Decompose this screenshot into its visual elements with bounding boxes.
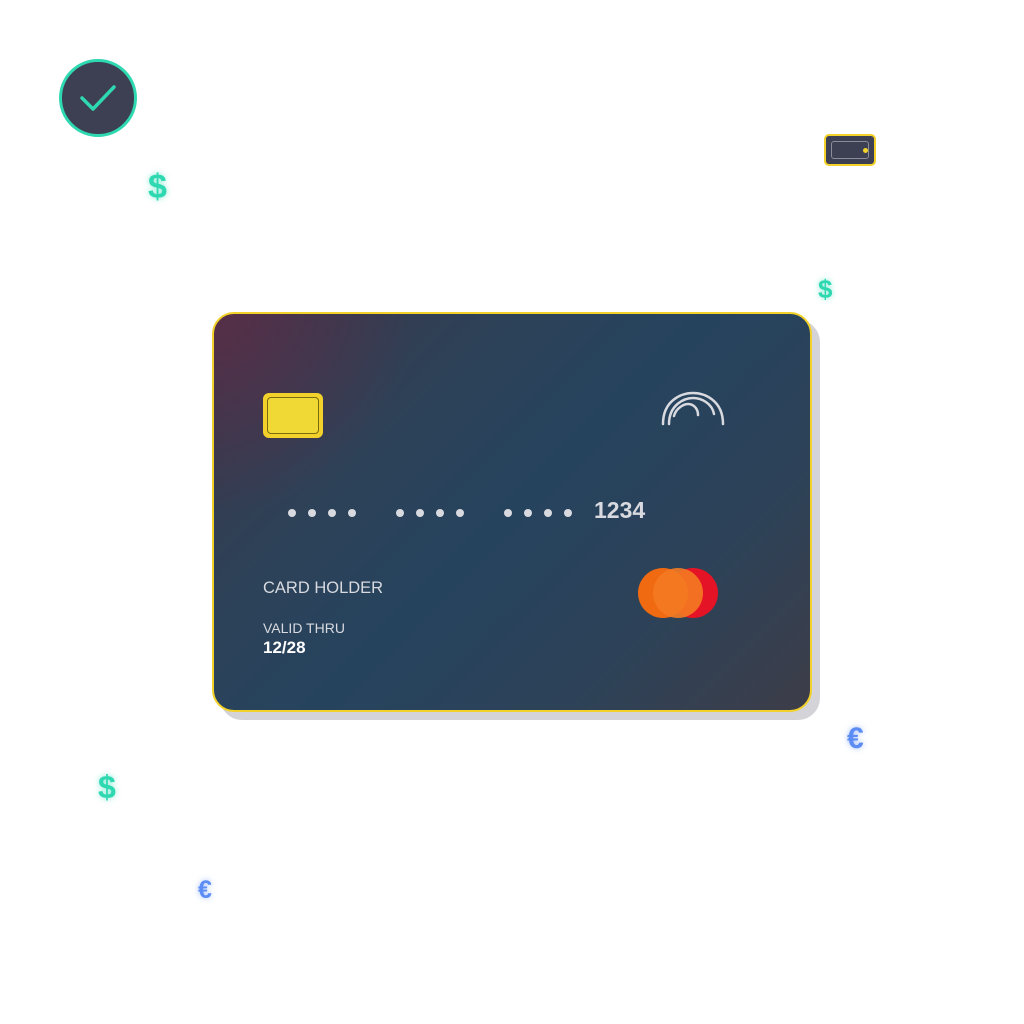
wallet-icon <box>824 134 876 166</box>
mastercard-overlap <box>653 568 703 618</box>
card-chip-icon <box>263 393 323 438</box>
masked-group <box>396 509 464 517</box>
mask-dot <box>436 509 444 517</box>
canvas: $ $ $ € € 1234 CARD HOLDER VALID THRU 12… <box>0 0 1024 1024</box>
masked-group <box>288 509 356 517</box>
mask-dot <box>348 509 356 517</box>
dollar-symbol: $ <box>818 274 833 304</box>
wallet-icon-dot <box>863 148 868 153</box>
dollar-symbol: $ <box>148 168 167 206</box>
mastercard-logo <box>638 568 720 620</box>
mask-dot <box>308 509 316 517</box>
card-last4: 1234 <box>594 497 646 523</box>
mask-dot <box>544 509 552 517</box>
mask-dot <box>456 509 464 517</box>
mask-dot <box>524 509 532 517</box>
credit-card[interactable]: 1234 CARD HOLDER VALID THRU 12/28 <box>212 312 812 712</box>
mask-dot <box>416 509 424 517</box>
check-icon <box>80 85 116 111</box>
masked-group <box>504 509 572 517</box>
dollar-symbol: $ <box>98 769 116 805</box>
mask-dot <box>288 509 296 517</box>
card-holder-label: CARD HOLDER <box>263 579 384 597</box>
mask-dot <box>504 509 512 517</box>
contactless-icon <box>661 391 725 426</box>
check-badge <box>59 59 137 137</box>
card-number-masked <box>288 509 572 517</box>
mask-dot <box>396 509 404 517</box>
mask-dot <box>564 509 572 517</box>
valid-thru-value: 12/28 <box>263 638 306 657</box>
mask-dot <box>328 509 336 517</box>
card-chip-inner <box>267 397 319 434</box>
euro-symbol: € <box>198 876 212 904</box>
valid-thru-label: VALID THRU <box>263 620 345 636</box>
euro-symbol: € <box>847 722 864 755</box>
